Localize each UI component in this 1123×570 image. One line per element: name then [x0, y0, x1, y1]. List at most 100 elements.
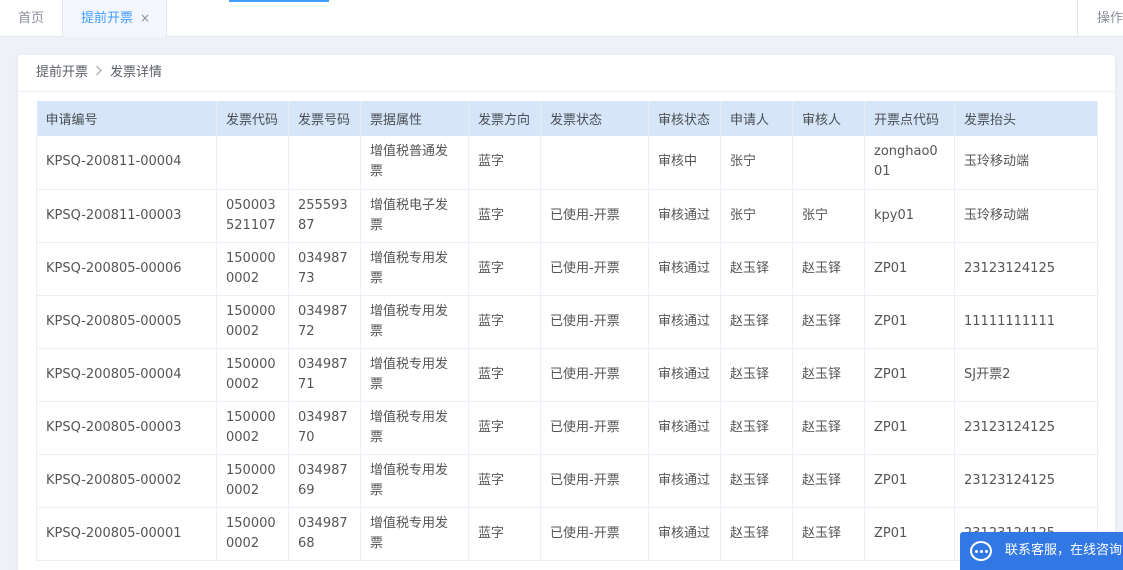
chevron-right-icon: [95, 55, 103, 91]
table-cell: 已使用-开票: [540, 242, 649, 296]
table-cell: 增值税专用发票: [360, 401, 469, 455]
invoice-table: 申请编号 发票代码 发票号码 票据属性 发票方向 发票状态 审核状态 申请人 审核人 开票点代码发…: [36, 101, 1098, 561]
table-cell: 已使用-开票: [540, 507, 649, 561]
invoice-table-container: 申请编号 发票代码 发票号码 票据属性 发票方向 发票状态 审核状态 申请人 审核人 开票点代码发…: [36, 101, 1098, 561]
table-row[interactable]: KPSQ-200805-00002 1500000002 03498769 增值税专用…: [36, 454, 1098, 508]
table-row[interactable]: KPSQ-200805-00006 1500000002 03498773 增值税专用…: [36, 242, 1098, 296]
table-cell: KPSQ-200811-00003: [36, 189, 217, 243]
table-cell: 张宁: [720, 189, 793, 243]
column-header: 发票抬头: [954, 101, 1098, 136]
table-cell: KPSQ-200805-00005: [36, 295, 217, 349]
table-row[interactable]: KPSQ-200805-00005 1500000002 03498772 增值税专用…: [36, 295, 1098, 349]
table-cell: 审核通过: [648, 401, 721, 455]
table-cell: 1500000002: [216, 295, 289, 349]
column-header: 发票号码: [288, 101, 361, 136]
table-cell: 增值税专用发票: [360, 242, 469, 296]
customer-service-chat-button[interactable]: 联系客服，在线咨询: [960, 532, 1123, 570]
column-header: 票据属性: [360, 101, 469, 136]
table-cell: 赵玉铎: [720, 348, 793, 402]
table-cell: 03498769: [288, 454, 361, 508]
breadcrumb-parent[interactable]: 提前开票: [36, 65, 88, 80]
tab-advance-invoice[interactable]: 提前开票 ×: [63, 0, 167, 37]
table-cell: ZP01: [864, 348, 955, 402]
table-cell: 蓝字: [468, 507, 541, 561]
table-cell: [288, 136, 361, 190]
table-cell: 03498771: [288, 348, 361, 402]
table-cell: 赵玉铎: [792, 295, 865, 349]
table-cell: 25559387: [288, 189, 361, 243]
table-cell: 审核中: [648, 136, 721, 190]
tab-home-label: 首页: [17, 11, 44, 26]
table-cell: 赵玉铎: [792, 242, 865, 296]
table-cell: 赵玉铎: [720, 401, 793, 455]
table-cell: KPSQ-200805-00004: [36, 348, 217, 402]
table-cell: 赵玉铎: [720, 454, 793, 508]
table-cell: 增值税专用发票: [360, 348, 469, 402]
tab-home[interactable]: 首页: [0, 0, 63, 37]
column-header: 审核人: [792, 101, 865, 136]
table-cell: 增值税专用发票: [360, 295, 469, 349]
column-header: 审核状态: [648, 101, 721, 136]
column-header: 申请编号: [36, 101, 217, 136]
table-cell: 赵玉铎: [792, 454, 865, 508]
table-cell: kpy01: [864, 189, 955, 243]
table-row[interactable]: KPSQ-200805-00003 1500000002 03498770 增值税专用…: [36, 401, 1098, 455]
table-cell: zonghao001: [864, 136, 955, 190]
close-icon[interactable]: ×: [140, 0, 150, 37]
table-cell: 审核通过: [648, 189, 721, 243]
table-cell: 蓝字: [468, 136, 541, 190]
table-cell: 赵玉铎: [720, 295, 793, 349]
table-cell: 已使用-开票: [540, 454, 649, 508]
table-cell: 03498773: [288, 242, 361, 296]
table-cell: 赵玉铎: [792, 348, 865, 402]
table-cell: 张宁: [720, 136, 793, 190]
table-cell: 赵玉铎: [720, 507, 793, 561]
table-cell: 玉玲移动端: [954, 136, 1098, 190]
column-header: 申请人: [720, 101, 793, 136]
column-header: 发票方向: [468, 101, 541, 136]
table-cell: ZP01: [864, 401, 955, 455]
table-cell: 赵玉铎: [792, 401, 865, 455]
table-cell: ZP01: [864, 454, 955, 508]
table-cell: 已使用-开票: [540, 348, 649, 402]
table-cell: SJ开票2: [954, 348, 1098, 402]
table-cell: 03498770: [288, 401, 361, 455]
table-cell: KPSQ-200805-00003: [36, 401, 217, 455]
table-cell: 审核通过: [648, 242, 721, 296]
table-cell: 赵玉铎: [792, 507, 865, 561]
table-row[interactable]: KPSQ-200811-00004 增值税普通发票 蓝字 审核中 张宁 zonghao00…: [36, 136, 1098, 190]
tab-advance-invoice-label: 提前开票: [81, 11, 134, 26]
table-row[interactable]: KPSQ-200805-00004 1500000002 03498771 增值税专用…: [36, 348, 1098, 402]
table-cell: KPSQ-200811-00004: [36, 136, 217, 190]
column-header: 发票代码: [216, 101, 289, 136]
table-cell: KPSQ-200805-00006: [36, 242, 217, 296]
tab-bar-accent: [229, 0, 329, 2]
operations-button[interactable]: 操作: [1077, 0, 1123, 37]
table-row[interactable]: KPSQ-200811-00003 050003521107 25559387 增值税…: [36, 189, 1098, 243]
table-cell: [216, 136, 289, 190]
table-cell: KPSQ-200805-00001: [36, 507, 217, 561]
table-cell: 审核通过: [648, 507, 721, 561]
tab-bar: 首页 提前开票 × 操作: [0, 0, 1123, 37]
table-cell: [792, 136, 865, 190]
table-cell: 03498768: [288, 507, 361, 561]
breadcrumb-current: 发票详情: [110, 65, 163, 80]
table-cell: 蓝字: [468, 348, 541, 402]
column-header: 发票状态: [540, 101, 649, 136]
table-cell: 23123124125: [954, 242, 1098, 296]
table-cell: [540, 136, 649, 190]
table-cell: 1500000002: [216, 454, 289, 508]
table-cell: 增值税普通发票: [360, 136, 469, 190]
table-cell: 1500000002: [216, 242, 289, 296]
table-cell: 审核通过: [648, 454, 721, 508]
table-cell: 蓝字: [468, 454, 541, 508]
table-cell: 已使用-开票: [540, 401, 649, 455]
table-cell: 蓝字: [468, 242, 541, 296]
content-card: 提前开票 发票详情 申请编号 发票代码 发票号码 票据属性 发票方向 发票状态 审核状态 申请人…: [18, 55, 1115, 570]
column-header: 开票点代码: [864, 101, 955, 136]
table-cell: 玉玲移动端: [954, 189, 1098, 243]
operations-label: 操作: [1097, 11, 1123, 26]
table-row[interactable]: KPSQ-200805-00001 1500000002 03498768 增值税专用…: [36, 507, 1098, 561]
table-cell: 蓝字: [468, 295, 541, 349]
table-cell: KPSQ-200805-00002: [36, 454, 217, 508]
